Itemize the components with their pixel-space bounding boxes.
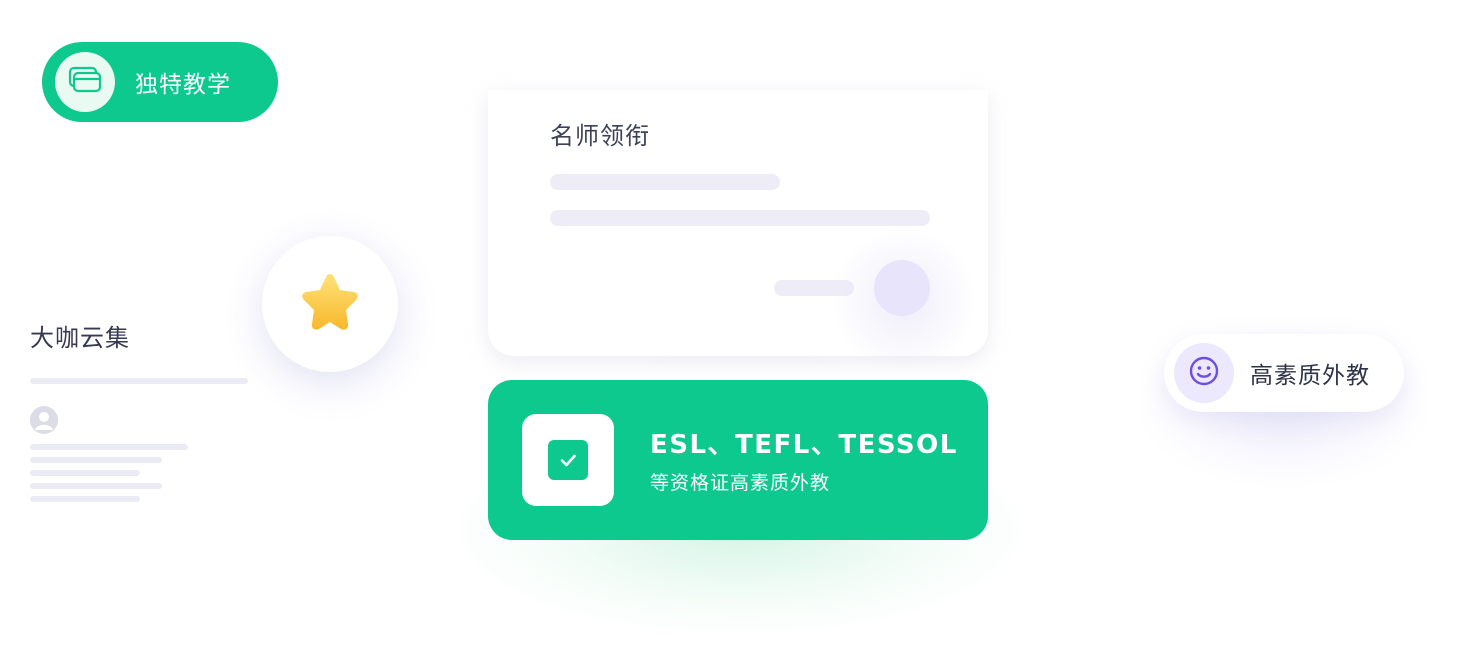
feature-illustration: 独特教学 大咖云集 名师领衔 ESL、TEFL、TESSOL 等资格证高素质外教… <box>0 0 1464 668</box>
star-badge <box>262 236 398 372</box>
pill-label: 高素质外教 <box>1250 363 1370 389</box>
quality-teacher-pill: 高素质外教 <box>1164 334 1404 412</box>
checkbox-container <box>522 414 614 506</box>
placeholder-line <box>550 174 780 190</box>
placeholder-line <box>30 483 162 489</box>
star-icon <box>297 271 363 337</box>
certificate-title: ESL、TEFL、TESSOL <box>650 430 958 460</box>
certificate-card: ESL、TEFL、TESSOL 等资格证高素质外教 <box>488 380 988 540</box>
placeholder-line <box>30 444 188 450</box>
checkbox-icon <box>548 440 588 480</box>
pill-label: 独特教学 <box>135 72 231 98</box>
smile-icon <box>1188 355 1220 391</box>
unique-teaching-pill: 独特教学 <box>42 42 278 122</box>
teacher-card: 名师领衔 <box>488 90 988 370</box>
placeholder-line <box>30 457 162 463</box>
placeholder-line <box>550 210 930 226</box>
placeholder-dot <box>874 260 930 316</box>
placeholder-line <box>30 470 140 476</box>
cards-stack-icon <box>68 66 102 98</box>
certificate-subtitle: 等资格证高素质外教 <box>650 472 831 494</box>
placeholder-line <box>30 378 248 384</box>
pill-icon-container <box>55 52 115 112</box>
card-title: 名师领衔 <box>550 122 650 150</box>
placeholder-lines <box>30 444 188 509</box>
user-avatar-icon <box>30 406 58 434</box>
smile-icon-container <box>1174 343 1234 403</box>
placeholder-line <box>30 496 140 502</box>
